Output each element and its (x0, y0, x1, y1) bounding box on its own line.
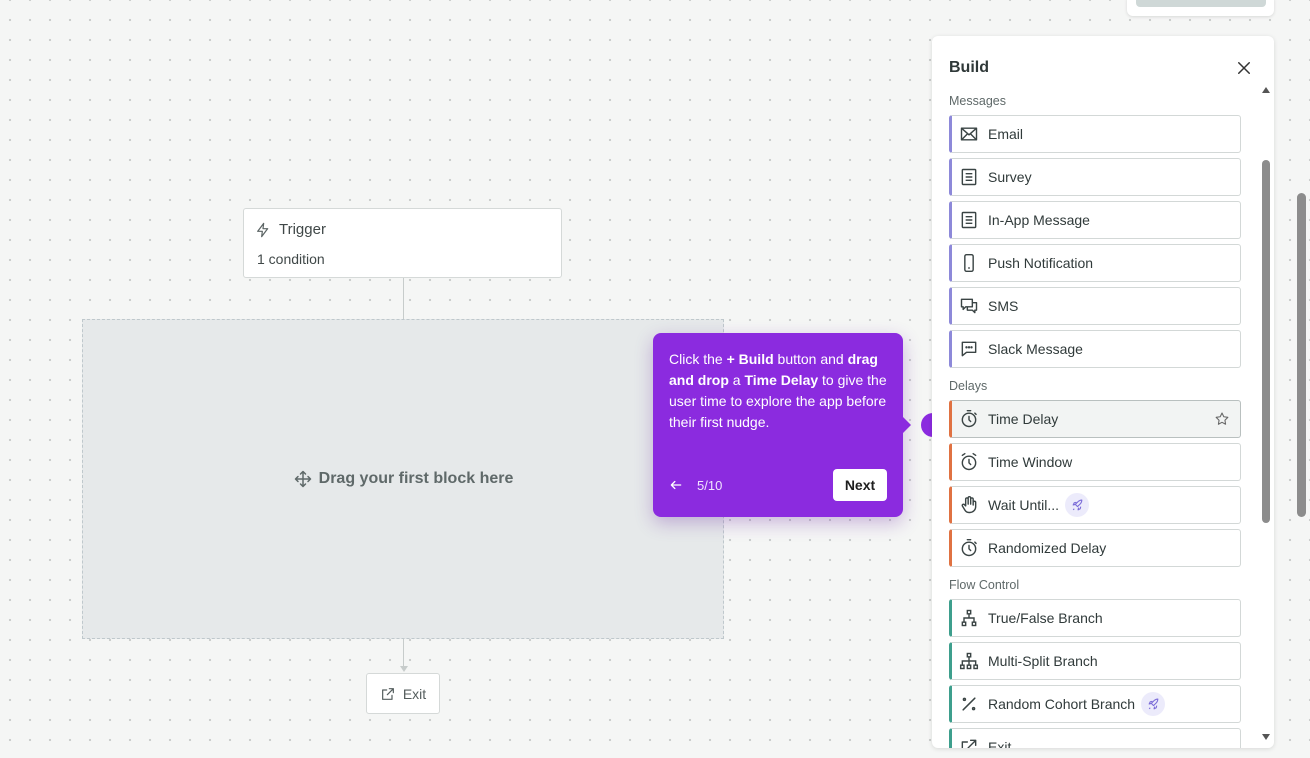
build-item-in-app-message[interactable]: In-App Message (949, 201, 1241, 239)
build-item-randomized-delay[interactable]: Randomized Delay (949, 529, 1241, 567)
connector-trigger-dropzone (403, 278, 404, 319)
build-item-slack-message[interactable]: Slack Message (949, 330, 1241, 368)
stopwatch-icon (959, 409, 979, 429)
tooltip-step-counter: 5/10 (697, 477, 723, 493)
panel-scroll-up-arrow[interactable] (1262, 87, 1270, 93)
build-item-label: Push Notification (988, 255, 1094, 271)
tooltip-text-bold: Time Delay (744, 372, 819, 388)
star-icon[interactable] (1214, 411, 1230, 427)
build-item-time-window[interactable]: Time Window (949, 443, 1241, 481)
exit-node-label: Exit (402, 685, 427, 702)
build-item-email[interactable]: Email (949, 115, 1241, 153)
build-item-survey[interactable]: Survey (949, 158, 1241, 196)
rocket-icon (1141, 692, 1166, 716)
stopwatch-icon (959, 538, 979, 558)
arrow-left-icon[interactable] (669, 478, 683, 492)
alarm-clock-icon (959, 452, 979, 472)
build-item-label: Randomized Delay (988, 540, 1107, 556)
external-link-icon (380, 686, 396, 702)
build-item-sms[interactable]: SMS (949, 287, 1241, 325)
page-scrollbar-thumb[interactable] (1297, 193, 1306, 517)
branch-icon (959, 608, 979, 628)
in-app-message-icon (959, 210, 979, 230)
multi-branch-icon (959, 651, 979, 671)
build-item-multi-split-branch[interactable]: Multi-Split Branch (949, 642, 1241, 680)
section-label-flow-control: Flow Control (949, 578, 1020, 592)
panel-scrollbar-thumb[interactable] (1262, 160, 1270, 523)
chat-bubbles-icon (959, 296, 979, 316)
connector-arrow (400, 666, 408, 672)
trigger-title: Trigger (279, 221, 326, 238)
build-item-label: Multi-Split Branch (988, 653, 1098, 669)
message-square-icon (959, 339, 979, 359)
tooltip-text-part: Click the (669, 351, 727, 367)
tooltip-text: Click the + Build button and drag and dr… (669, 349, 887, 433)
envelope-icon (959, 124, 979, 144)
dropzone-label: Drag your first block here (318, 470, 514, 487)
build-item-label: Slack Message (988, 341, 1083, 357)
rocket-icon (1065, 493, 1090, 517)
section-label-messages: Messages (949, 94, 1006, 108)
trigger-condition-count: 1 condition (257, 251, 325, 267)
build-item-label: SMS (988, 298, 1019, 314)
panel-title: Build (949, 59, 989, 76)
build-block-list[interactable]: Messages Email Survey In-App Message Pus… (932, 92, 1274, 748)
trigger-node[interactable]: Trigger 1 condition (243, 208, 562, 278)
tooltip-text-bold: + Build (726, 351, 774, 367)
tooltip-text-part: button and (773, 351, 848, 367)
survey-icon (959, 167, 979, 187)
panel-scroll-down-arrow[interactable] (1262, 734, 1270, 740)
build-item-label: Time Delay (988, 411, 1059, 427)
build-item-push-notification[interactable]: Push Notification (949, 244, 1241, 282)
hand-icon (959, 495, 979, 515)
build-item-true-false-branch[interactable]: True/False Branch (949, 599, 1241, 637)
section-label-delays: Delays (949, 379, 988, 393)
build-item-exit[interactable]: Exit (949, 728, 1241, 748)
exit-node[interactable]: Exit (366, 673, 440, 714)
build-item-label: Survey (988, 169, 1032, 185)
build-item-label: In-App Message (988, 212, 1090, 228)
build-item-label: Wait Until... (988, 497, 1060, 513)
build-item-label: Random Cohort Branch (988, 696, 1136, 712)
build-item-label: Email (988, 126, 1024, 142)
build-item-wait-until[interactable]: Wait Until... (949, 486, 1241, 524)
build-item-time-delay[interactable]: Time Delay (949, 400, 1241, 438)
build-item-label: Time Window (988, 454, 1073, 470)
tooltip-text-part: a (728, 372, 745, 388)
onboarding-tooltip: Click the + Build button and drag and dr… (653, 333, 911, 517)
mobile-phone-icon (959, 253, 979, 273)
build-item-random-cohort-branch[interactable]: Random Cohort Branch (949, 685, 1241, 723)
close-icon[interactable] (1235, 59, 1253, 77)
lightning-icon (255, 222, 271, 238)
top-toolbar-fragment (1127, 0, 1274, 16)
build-item-label: Exit (988, 739, 1012, 748)
tooltip-next-button[interactable]: Next (833, 469, 887, 501)
external-link-icon (959, 737, 979, 748)
percent-icon (959, 694, 979, 714)
build-item-label: True/False Branch (988, 610, 1103, 626)
move-icon (293, 469, 313, 489)
top-action-button[interactable] (1136, 0, 1266, 7)
build-panel: Build Messages Email Survey In-App Messa… (932, 36, 1274, 748)
connector-dropzone-exit (403, 639, 404, 669)
block-dropzone[interactable]: Drag your first block here (82, 319, 724, 639)
